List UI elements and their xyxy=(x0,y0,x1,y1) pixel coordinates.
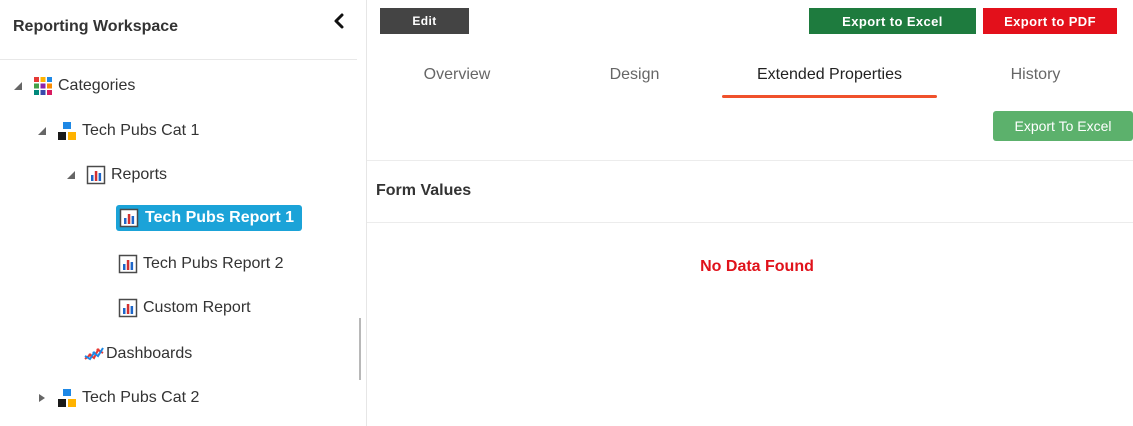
tree-node-tech-pubs-report-1[interactable]: Tech Pubs Report 1 xyxy=(116,203,303,233)
tree-label: Tech Pubs Report 2 xyxy=(143,255,284,272)
report-icon xyxy=(119,208,139,228)
tree-node-tech-pubs-report-2[interactable]: Tech Pubs Report 2 xyxy=(118,249,284,279)
category-icon xyxy=(57,388,77,408)
tree-node-categories[interactable]: Categories xyxy=(13,71,135,101)
tree-label: Reports xyxy=(111,166,168,183)
form-values-heading: Form Values xyxy=(376,182,472,199)
tab-design[interactable]: Design xyxy=(547,58,722,98)
tree-label: Categories xyxy=(58,77,136,94)
line-chart-icon xyxy=(84,344,104,364)
grid-icon xyxy=(33,76,53,96)
tree-node-tech-pubs-cat-1[interactable]: Tech Pubs Cat 1 xyxy=(37,116,199,146)
expanded-triangle-icon[interactable] xyxy=(37,126,47,136)
edit-button[interactable]: Edit xyxy=(380,8,469,34)
sidebar-header: Reporting Workspace xyxy=(0,0,357,60)
tree-label: Custom Report xyxy=(143,299,251,316)
divider xyxy=(367,160,1133,161)
chevron-left-icon xyxy=(334,13,344,29)
export-to-excel-secondary-button[interactable]: Export To Excel xyxy=(993,111,1133,141)
report-icon xyxy=(86,165,106,185)
tab-extended-properties[interactable]: Extended Properties xyxy=(722,58,937,98)
report-icon xyxy=(118,254,138,274)
divider xyxy=(367,222,1133,223)
no-data-message: No Data Found xyxy=(700,258,814,275)
export-to-pdf-button[interactable]: Export to PDF xyxy=(983,8,1117,34)
tree-label: Tech Pubs Report 1 xyxy=(145,209,295,226)
report-icon xyxy=(118,298,138,318)
expanded-triangle-icon[interactable] xyxy=(13,81,23,91)
selected-node-highlight[interactable]: Tech Pubs Report 1 xyxy=(116,205,303,231)
tab-history[interactable]: History xyxy=(937,58,1133,98)
tab-overview[interactable]: Overview xyxy=(367,58,547,98)
sidebar: Reporting Workspace Categories Tech Pubs… xyxy=(0,0,357,426)
tree-label: Dashboards xyxy=(106,345,193,362)
sidebar-title: Reporting Workspace xyxy=(13,18,179,35)
tree-node-dashboards[interactable]: Dashboards xyxy=(84,339,192,369)
export-to-excel-button[interactable]: Export to Excel xyxy=(809,8,976,34)
sidebar-resize-handle[interactable] xyxy=(359,318,361,380)
tree-label: Tech Pubs Cat 2 xyxy=(82,389,200,406)
collapsed-triangle-icon[interactable] xyxy=(37,393,47,403)
tree-node-reports[interactable]: Reports xyxy=(66,160,167,190)
category-icon xyxy=(57,121,77,141)
tree-node-custom-report[interactable]: Custom Report xyxy=(118,293,251,323)
active-tab-indicator xyxy=(722,95,937,98)
tab-bar: Overview Design Extended Properties Hist… xyxy=(367,58,1133,98)
expanded-triangle-icon[interactable] xyxy=(66,170,76,180)
tree-label: Tech Pubs Cat 1 xyxy=(82,122,200,139)
tree-node-tech-pubs-cat-2[interactable]: Tech Pubs Cat 2 xyxy=(37,383,199,413)
main-panel: Edit Export to Excel Export to PDF Overv… xyxy=(366,0,1133,426)
collapse-sidebar-button[interactable] xyxy=(330,11,350,31)
